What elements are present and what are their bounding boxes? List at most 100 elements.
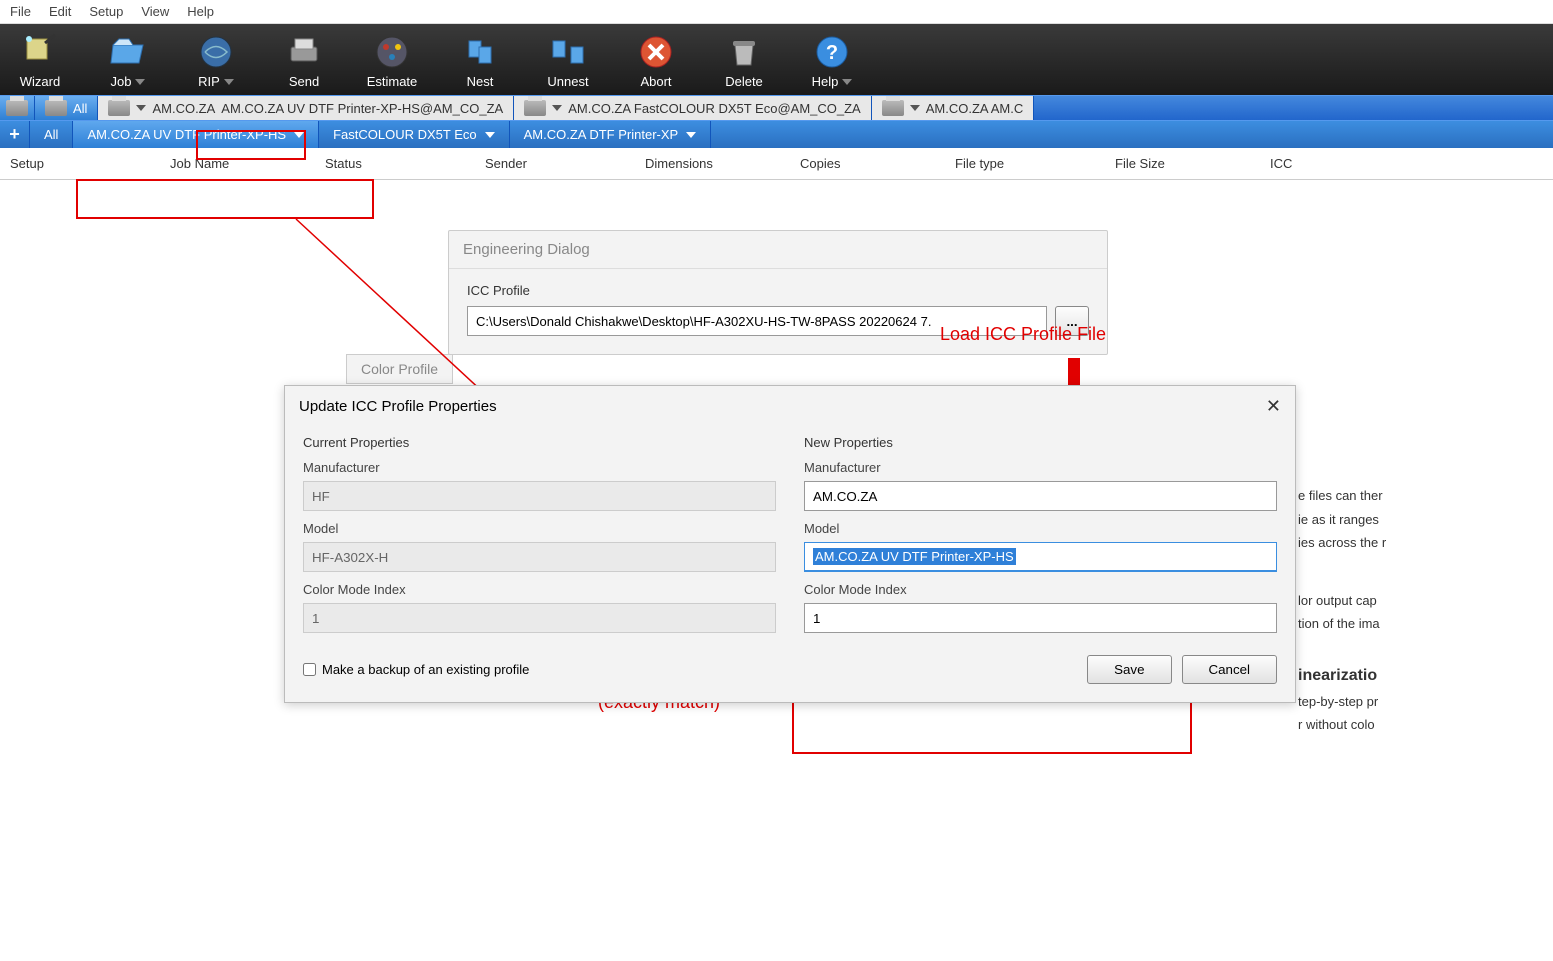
col-copies[interactable]: Copies (790, 148, 945, 179)
help-button[interactable]: ? Help (802, 32, 862, 89)
colormode-label: Color Mode Index (804, 582, 1277, 597)
abort-button[interactable]: Abort (626, 32, 686, 89)
model-label: Model (303, 521, 776, 536)
job-icon (108, 32, 148, 72)
menu-help[interactable]: Help (187, 4, 214, 19)
wizard-button[interactable]: Wizard (10, 32, 70, 89)
chevron-down-icon (842, 79, 852, 85)
tab-printer-2[interactable]: AM.CO.ZA FastCOLOUR DX5T Eco@AM_CO_ZA (514, 96, 872, 120)
main-area: Engineering Dialog ICC Profile ... Color… (0, 180, 1553, 900)
current-group-label: Current Properties (303, 435, 776, 450)
unnest-button[interactable]: Unnest (538, 32, 598, 89)
manufacturer-label: Manufacturer (303, 460, 776, 475)
rip-icon (196, 32, 236, 72)
new-model-field[interactable]: AM.CO.ZA UV DTF Printer-XP-HS (804, 542, 1277, 572)
estimate-button[interactable]: Estimate (362, 32, 422, 89)
menu-view[interactable]: View (141, 4, 169, 19)
manufacturer-label: Manufacturer (804, 460, 1277, 475)
send-button[interactable]: Send (274, 32, 334, 89)
col-status[interactable]: Status (315, 148, 475, 179)
col-jobname[interactable]: Job Name (160, 148, 315, 179)
tab-label: AM.CO.ZA (152, 101, 215, 116)
side-line: ies across the r (1298, 533, 1553, 553)
col-icc[interactable]: ICC (1260, 148, 1380, 179)
chevron-down-icon (294, 132, 304, 138)
tab-printer-fastcolour[interactable]: FastCOLOUR DX5T Eco (319, 121, 510, 148)
backup-checkbox[interactable] (303, 663, 316, 676)
tab-printer-uv-dtf[interactable]: AM.CO.ZA UV DTF Printer-XP-HS (73, 121, 319, 148)
tab-label: All (73, 101, 87, 116)
printer-tab-bar: + All AM.CO.ZA UV DTF Printer-XP-HS Fast… (0, 120, 1553, 148)
chevron-down-icon (910, 105, 920, 111)
side-line: e files can ther (1298, 486, 1553, 506)
job-list-headers: Setup Job Name Status Sender Dimensions … (0, 148, 1553, 180)
tab-all-printers[interactable]: All (30, 121, 73, 148)
job-button[interactable]: Job (98, 32, 158, 89)
nest-button[interactable]: Nest (450, 32, 510, 89)
help-icon: ? (812, 32, 852, 72)
tab-label-ext: AM.CO.ZA UV DTF Printer-XP-HS@AM_CO_ZA (221, 101, 503, 116)
unnest-label: Unnest (547, 74, 588, 89)
wizard-icon (20, 32, 60, 72)
estimate-label: Estimate (367, 74, 418, 89)
side-heading: inearizatio (1298, 664, 1553, 688)
send-icon (284, 32, 324, 72)
color-profile-tab[interactable]: Color Profile (346, 354, 453, 384)
chevron-down-icon (552, 105, 562, 111)
tab-device-add[interactable] (0, 96, 35, 120)
engineering-dialog-title: Engineering Dialog (449, 231, 1107, 269)
delete-label: Delete (725, 74, 763, 89)
printer-icon (45, 100, 67, 116)
col-dimensions[interactable]: Dimensions (635, 148, 790, 179)
printer-icon (6, 100, 28, 116)
menu-file[interactable]: File (10, 4, 31, 19)
abort-icon (636, 32, 676, 72)
menu-edit[interactable]: Edit (49, 4, 71, 19)
menu-setup[interactable]: Setup (89, 4, 123, 19)
side-line: r without colo (1298, 715, 1553, 735)
side-line: ie as it ranges (1298, 510, 1553, 530)
add-printer-button[interactable]: + (0, 121, 30, 148)
current-properties-group: Current Properties Manufacturer Model Co… (303, 435, 776, 633)
cancel-button[interactable]: Cancel (1182, 655, 1278, 684)
delete-button[interactable]: Delete (714, 32, 774, 89)
tab-printer-1[interactable]: AM.CO.ZA AM.CO.ZA UV DTF Printer-XP-HS@AM… (98, 96, 514, 120)
col-filesize[interactable]: File Size (1105, 148, 1260, 179)
unnest-icon (548, 32, 588, 72)
chevron-down-icon (136, 105, 146, 111)
chevron-down-icon (485, 132, 495, 138)
save-button[interactable]: Save (1087, 655, 1171, 684)
new-model-value: AM.CO.ZA UV DTF Printer-XP-HS (813, 548, 1016, 565)
svg-text:?: ? (826, 42, 838, 64)
col-sender[interactable]: Sender (475, 148, 635, 179)
device-tab-bar: All AM.CO.ZA AM.CO.ZA UV DTF Printer-XP-H… (0, 95, 1553, 120)
current-model-field (303, 542, 776, 572)
dialog-title: Update ICC Profile Properties (299, 398, 497, 415)
tab-printer-3[interactable]: AM.CO.ZA AM.C (872, 96, 1035, 120)
rip-button[interactable]: RIP (186, 32, 246, 89)
tab-label: All (44, 127, 58, 142)
side-help-text: e files can ther ie as it ranges ies acr… (1298, 486, 1553, 739)
main-toolbar: Wizard Job RIP Send Estimate Nest Unnest… (0, 24, 1553, 95)
new-group-label: New Properties (804, 435, 1277, 450)
job-label: Job (111, 74, 132, 89)
new-colormode-field[interactable] (804, 603, 1277, 633)
col-setup[interactable]: Setup (0, 148, 160, 179)
tab-printer-dtf[interactable]: AM.CO.ZA DTF Printer-XP (510, 121, 712, 148)
help-label: Help (812, 74, 839, 89)
close-button[interactable]: ✕ (1266, 396, 1281, 417)
nest-label: Nest (467, 74, 494, 89)
current-manufacturer-field (303, 481, 776, 511)
tab-all[interactable]: All (35, 96, 98, 120)
side-line: tep-by-step pr (1298, 692, 1553, 712)
current-colormode-field (303, 603, 776, 633)
chevron-down-icon (224, 79, 234, 85)
new-manufacturer-field[interactable] (804, 481, 1277, 511)
tab-label: AM.CO.ZA FastCOLOUR DX5T Eco@AM_CO_ZA (568, 101, 861, 116)
rip-label: RIP (198, 74, 220, 89)
tab-label: FastCOLOUR DX5T Eco (333, 127, 477, 142)
col-filetype[interactable]: File type (945, 148, 1105, 179)
annotation-text: Load ICC Profile File (940, 324, 1106, 345)
backup-checkbox-row[interactable]: Make a backup of an existing profile (303, 662, 529, 677)
tab-label: AM.CO.ZA UV DTF Printer-XP-HS (87, 127, 286, 142)
